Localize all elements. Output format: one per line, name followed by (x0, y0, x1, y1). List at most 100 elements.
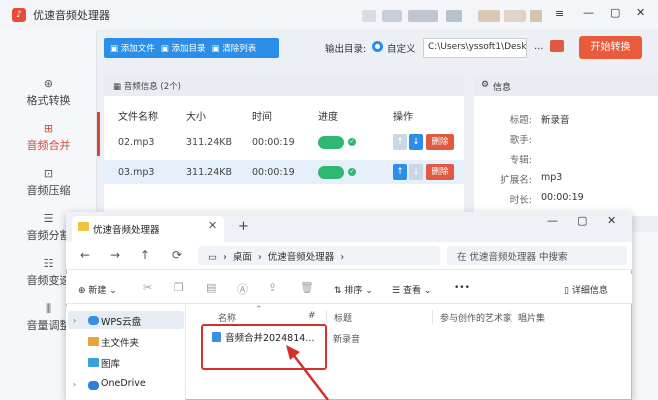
move-down-icon[interactable]: ↓ (409, 134, 423, 150)
open-folder-icon[interactable] (550, 40, 564, 52)
browse-more-button[interactable]: ... (534, 41, 544, 52)
paste-icon[interactable]: ▤ (206, 281, 216, 294)
info-value: mp3 (541, 172, 563, 183)
info-label: 标题: (509, 115, 532, 126)
file-toolbar: ▣ 添加文件 ▣ 添加目录 ▣ 清除列表 (104, 38, 279, 58)
blurred-region (382, 10, 402, 22)
nav-item-audio-compress[interactable]: ⊡ 音频压缩 (0, 166, 97, 198)
sort-ascending-icon: ⌃ (255, 305, 263, 315)
back-icon[interactable]: ← (80, 248, 90, 262)
breadcrumb-item[interactable]: 优速音频处理器 (268, 252, 335, 263)
convert-icon: ⊛ (43, 77, 54, 90)
copy-icon[interactable]: ❐ (174, 281, 184, 294)
column-header: 大小 (186, 112, 206, 123)
progress-toggle (318, 166, 344, 179)
column-header-name[interactable]: 名称 (218, 311, 236, 324)
sidebar-item-gallery[interactable]: 图库 (101, 356, 120, 370)
blurred-region (478, 10, 500, 22)
view-label: 查看 (402, 286, 421, 296)
cloud-icon (88, 316, 99, 325)
new-button[interactable]: ⊕ 新建 ⌄ (78, 283, 117, 296)
file-size-cell: 311.24KB (186, 167, 232, 178)
column-header-artist[interactable]: 参与创作的艺术家 (440, 311, 512, 324)
new-tab-icon[interactable]: + (238, 219, 249, 234)
details-label: 详细信息 (571, 286, 608, 296)
move-up-icon[interactable]: ↑ (393, 164, 407, 180)
info-label: 扩展名: (500, 175, 532, 186)
file-time-cell: 00:00:19 (252, 137, 295, 148)
home-icon (88, 337, 99, 346)
blurred-region (362, 10, 376, 22)
add-file-label: 添加文件 (120, 44, 155, 54)
breadcrumb-item[interactable]: 桌面 (233, 252, 252, 263)
nav-item-audio-merge[interactable]: ⊞ 音频合并 (0, 121, 97, 153)
share-icon[interactable]: ⇪ (268, 281, 277, 294)
gallery-icon (88, 358, 99, 367)
output-path-field[interactable]: C:\Users\yssoft1\Deskt (423, 38, 527, 58)
info-title: 信息 (493, 83, 512, 93)
app-close-button[interactable]: ✕ (636, 6, 645, 19)
start-convert-button[interactable]: 开始转换 (579, 36, 642, 59)
delete-button[interactable]: 删除 (426, 134, 454, 150)
info-value: 新录音 (541, 115, 570, 126)
column-header: 文件名称 (118, 112, 158, 123)
column-divider (510, 310, 511, 324)
column-header-album[interactable]: 唱片集 (518, 311, 545, 324)
nav-label: 音频压缩 (26, 184, 71, 197)
sidebar-item-wps-cloud[interactable]: WPS云盘 (101, 314, 141, 328)
move-up-icon[interactable]: ↑ (393, 134, 407, 150)
forward-icon[interactable]: → (110, 248, 120, 262)
explorer-close-button[interactable]: ✕ (607, 214, 616, 227)
close-tab-icon[interactable]: ✕ (208, 219, 217, 232)
chevron-right-icon[interactable]: › (73, 316, 76, 325)
add-directory-button[interactable]: ▣ 添加目录 (161, 42, 206, 54)
app-right-edge (628, 232, 658, 400)
add-directory-label: 添加目录 (171, 44, 206, 54)
up-icon[interactable]: ↑ (140, 248, 150, 262)
breadcrumb: ▭ › 桌面 › 优速音频处理器 › (208, 252, 345, 263)
sidebar-item-onedrive[interactable]: OneDrive (101, 378, 146, 389)
app-logo-icon: ♪ (12, 8, 26, 22)
column-header-number[interactable]: # (308, 311, 316, 321)
app-minimize-button[interactable]: — (583, 6, 594, 19)
check-icon: ✓ (348, 168, 356, 176)
explorer-minimize-button[interactable]: — (547, 214, 558, 227)
nav-label: 音频合并 (26, 139, 71, 152)
file-time-cell: 00:00:19 (252, 167, 295, 178)
move-down-icon[interactable]: ↓ (409, 164, 423, 180)
app-maximize-button[interactable]: ▢ (610, 6, 620, 19)
more-button[interactable]: ••• (454, 283, 470, 293)
sort-button[interactable]: ⇅ 排序 ⌄ (334, 283, 373, 296)
nav-label: 音频变速 (26, 274, 71, 287)
rename-icon[interactable]: Ⓐ (237, 281, 248, 297)
blurred-region (504, 10, 526, 22)
nav-item-format-convert[interactable]: ⊛ 格式转换 (0, 76, 97, 108)
column-header-title[interactable]: 标题 (334, 311, 352, 324)
column-header: 时间 (252, 112, 272, 123)
nav-label: 音量调整 (26, 319, 71, 332)
clear-list-button[interactable]: ▣ 清除列表 (212, 42, 257, 54)
info-label: 时长: (509, 195, 532, 206)
delete-icon[interactable]: 🗑 (300, 281, 314, 294)
explorer-tab-label: 优速音频处理器 (93, 225, 160, 236)
sidebar-item-home[interactable]: 主文件夹 (101, 335, 139, 349)
delete-button[interactable]: 删除 (426, 164, 454, 180)
custom-radio-label: 自定义 (387, 44, 416, 55)
folder-icon (78, 222, 89, 231)
view-button[interactable]: ☰ 查看 ⌄ (392, 283, 431, 296)
info-label: 专辑: (509, 155, 532, 166)
file-list-title-text: 音频信息 (2个) (123, 82, 181, 92)
explorer-maximize-button[interactable]: ▢ (577, 214, 587, 227)
check-icon: ✓ (348, 138, 356, 146)
refresh-icon[interactable]: ⟳ (172, 248, 182, 262)
add-file-button[interactable]: ▣ 添加文件 (110, 42, 155, 54)
details-button[interactable]: ▯ 详细信息 (564, 283, 608, 296)
app-menu-icon[interactable]: ≡ (555, 7, 564, 20)
search-input[interactable]: 在 优速音频处理器 中搜索 (447, 246, 627, 265)
audio-file-icon (212, 332, 221, 342)
onedrive-icon (88, 381, 99, 390)
cut-icon[interactable]: ✂ (143, 281, 152, 294)
compress-icon: ⊡ (43, 167, 54, 180)
custom-radio[interactable] (372, 41, 383, 52)
chevron-right-icon[interactable]: › (73, 380, 76, 389)
